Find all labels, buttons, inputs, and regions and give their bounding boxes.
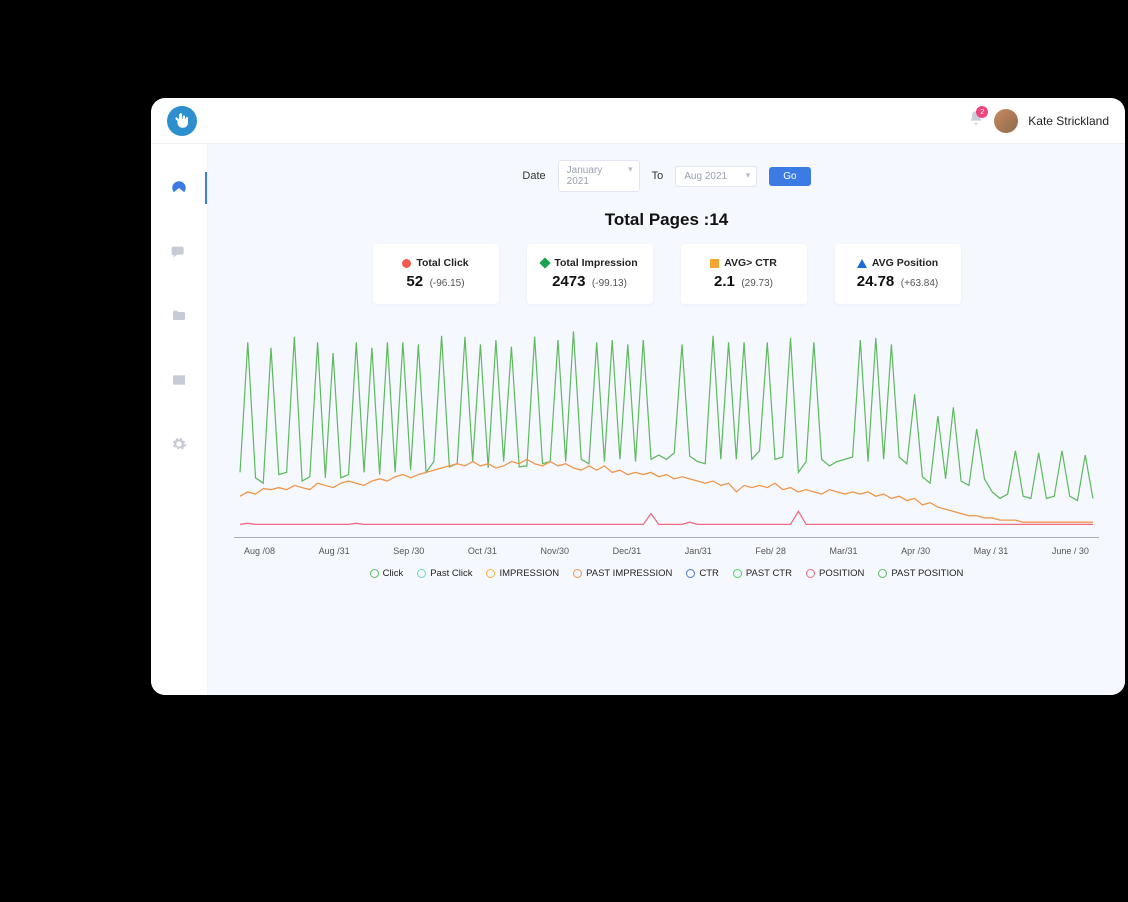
legend-label: Click [383, 568, 404, 579]
legend-item[interactable]: POSITION [806, 568, 864, 579]
legend-label: IMPRESSION [499, 568, 559, 579]
dashboard-icon [170, 179, 188, 197]
sidebar [151, 144, 208, 695]
legend-marker [370, 569, 379, 578]
x-axis-tick: Mar/31 [829, 546, 857, 556]
to-label: To [652, 170, 664, 182]
x-axis-tick: Aug /31 [319, 546, 350, 556]
legend-label: PAST IMPRESSION [586, 568, 672, 579]
chart-series [240, 511, 1093, 524]
kpi-delta: (-99.13) [592, 278, 627, 289]
legend-label: PAST POSITION [891, 568, 963, 579]
x-axis-tick: Jan/31 [685, 546, 712, 556]
kpi-value: 24.78 [857, 273, 895, 290]
envelope-icon [171, 372, 187, 388]
pointer-hand-icon [173, 112, 191, 130]
kpi-delta: (-96.15) [430, 278, 465, 289]
date-to-select[interactable]: Aug 2021 [675, 166, 757, 187]
sidebar-item-settings[interactable] [151, 432, 207, 456]
user-name[interactable]: Kate Strickland [1028, 114, 1109, 128]
legend-item[interactable]: IMPRESSION [486, 568, 559, 579]
kpi-delta: (+63.84) [901, 278, 939, 289]
legend-label: PAST CTR [746, 568, 792, 579]
date-label: Date [522, 170, 545, 182]
sidebar-item-chat[interactable] [151, 240, 207, 264]
x-axis-tick: Sep /30 [393, 546, 424, 556]
chat-icon [171, 244, 187, 260]
notification-badge: 2 [976, 106, 988, 118]
date-filter-row: Date January 2021 To Aug 2021 Go [234, 160, 1099, 192]
kpi-value: 2.1 [714, 273, 735, 290]
chart-series [240, 459, 1093, 522]
legend-item[interactable]: PAST POSITION [878, 568, 963, 579]
app-window: 2 Kate Strickland Date [151, 98, 1125, 695]
kpi-label: AVG Position [872, 257, 938, 269]
x-axis-tick: Apr /30 [901, 546, 930, 556]
legend-item[interactable]: Past Click [417, 568, 472, 579]
legend-label: Past Click [430, 568, 472, 579]
kpi-label: Total Click [416, 257, 468, 269]
legend-label: CTR [699, 568, 719, 579]
x-axis-tick: Dec/31 [613, 546, 642, 556]
legend-marker [417, 569, 426, 578]
x-axis-tick: Aug /08 [244, 546, 275, 556]
sidebar-item-mail[interactable] [151, 368, 207, 392]
total-pages-label: Total Pages : [605, 210, 710, 229]
kpi-card: Total Impression 2473 (-99.13) [527, 244, 653, 304]
legend-item[interactable]: PAST CTR [733, 568, 792, 579]
kpi-value: 52 [406, 273, 423, 290]
legend-marker [486, 569, 495, 578]
chart-legend: Click Past Click IMPRESSION PAST IMPRESSION… [234, 568, 1099, 579]
x-axis-tick: Nov/30 [540, 546, 569, 556]
date-from-select[interactable]: January 2021 [558, 160, 640, 192]
legend-item[interactable]: PAST IMPRESSION [573, 568, 672, 579]
kpi-row: Total Click 52 (-96.15) Total Impression… [234, 244, 1099, 304]
x-axis-tick: Oct /31 [468, 546, 497, 556]
x-axis-tick: Feb/ 28 [755, 546, 786, 556]
main-panel: Date January 2021 To Aug 2021 Go Total P… [208, 144, 1125, 695]
kpi-card: Total Click 52 (-96.15) [373, 244, 499, 304]
chart-x-axis: Aug /08 Aug /31 Sep /30 Oct /31 Nov/30 Dec/31… [234, 544, 1099, 556]
kpi-label: AVG> CTR [724, 257, 777, 269]
metrics-line-chart [234, 314, 1099, 544]
kpi-label: Total Impression [554, 257, 637, 269]
legend-marker [686, 569, 695, 578]
sidebar-item-files[interactable] [151, 304, 207, 328]
legend-marker [733, 569, 742, 578]
kpi-value: 2473 [552, 273, 585, 290]
go-button[interactable]: Go [769, 167, 810, 186]
notifications-button[interactable]: 2 [968, 110, 984, 131]
legend-label: POSITION [819, 568, 864, 579]
sidebar-item-dashboard[interactable] [151, 176, 207, 200]
legend-marker [878, 569, 887, 578]
top-bar: 2 Kate Strickland [151, 98, 1125, 144]
legend-item[interactable]: CTR [686, 568, 719, 579]
kpi-card: AVG Position 24.78 (+63.84) [835, 244, 961, 304]
app-logo[interactable] [167, 106, 197, 136]
total-pages-value: 14 [709, 210, 728, 229]
chart-container: Aug /08 Aug /31 Sep /30 Oct /31 Nov/30 Dec/31… [234, 314, 1099, 675]
legend-item[interactable]: Click [370, 568, 404, 579]
kpi-card: AVG> CTR 2.1 (29.73) [681, 244, 807, 304]
folder-icon [171, 308, 187, 324]
x-axis-tick: June / 30 [1052, 546, 1089, 556]
legend-marker [573, 569, 582, 578]
gear-icon [171, 436, 187, 452]
total-pages: Total Pages :14 [234, 210, 1099, 230]
legend-marker [806, 569, 815, 578]
kpi-delta: (29.73) [741, 278, 773, 289]
x-axis-tick: May / 31 [974, 546, 1009, 556]
avatar[interactable] [994, 109, 1018, 133]
